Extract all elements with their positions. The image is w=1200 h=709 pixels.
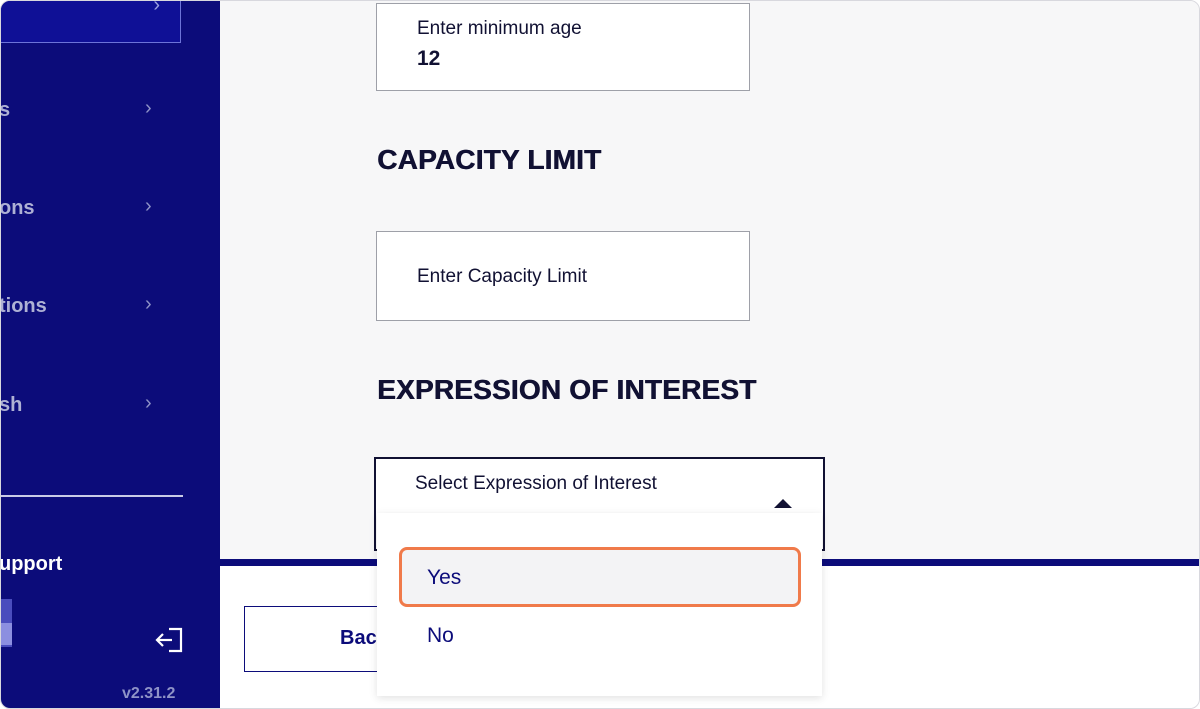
sidebar-scrollbar[interactable] xyxy=(1,599,12,647)
sidebar-item-label: tions xyxy=(0,295,47,317)
chevron-right-icon: › xyxy=(145,195,152,217)
sidebar-item-1[interactable]: s › xyxy=(0,97,179,129)
min-age-value: 12 xyxy=(417,47,441,70)
sidebar-divider xyxy=(1,495,183,497)
expression-of-interest-placeholder: Select Expression of Interest xyxy=(415,473,657,494)
sidebar-item-label: sh xyxy=(0,394,23,416)
version-label: v2.31.2 xyxy=(122,685,176,702)
min-age-label: Enter minimum age xyxy=(417,18,582,39)
option-yes[interactable]: Yes xyxy=(399,547,801,607)
capacity-limit-placeholder: Enter Capacity Limit xyxy=(417,266,588,287)
chevron-right-icon: › xyxy=(153,0,160,16)
sidebar: › s › ons › tions › sh › upport v2.31.2 xyxy=(1,1,220,708)
option-no-label: No xyxy=(427,624,454,647)
sidebar-item-label: s xyxy=(0,99,11,121)
sidebar-item-2[interactable]: ons › xyxy=(0,195,179,227)
sidebar-active-item[interactable]: › xyxy=(1,0,181,43)
logout-icon[interactable] xyxy=(155,627,183,653)
min-age-field[interactable]: Enter minimum age 12 xyxy=(376,3,750,91)
sidebar-item-3[interactable]: tions › xyxy=(0,293,179,325)
chevron-right-icon: › xyxy=(145,97,152,119)
capacity-limit-title: CAPACITY LIMIT xyxy=(377,144,602,175)
option-no[interactable]: No xyxy=(377,607,822,663)
app-window: › s › ons › tions › sh › upport v2.31.2 xyxy=(0,0,1200,709)
support-link[interactable]: upport xyxy=(1,553,62,576)
expression-of-interest-title: EXPRESSION OF INTEREST xyxy=(377,374,757,405)
chevron-right-icon: › xyxy=(145,293,152,315)
capacity-limit-field[interactable]: Enter Capacity Limit xyxy=(376,231,750,321)
back-button-label: Bac xyxy=(340,627,377,649)
sidebar-item-4[interactable]: sh › xyxy=(0,392,179,424)
sidebar-item-label: ons xyxy=(0,197,35,219)
expression-of-interest-dropdown: Yes No xyxy=(377,513,822,696)
caret-up-icon xyxy=(774,499,792,508)
chevron-right-icon: › xyxy=(145,392,152,414)
option-yes-label: Yes xyxy=(427,566,462,589)
